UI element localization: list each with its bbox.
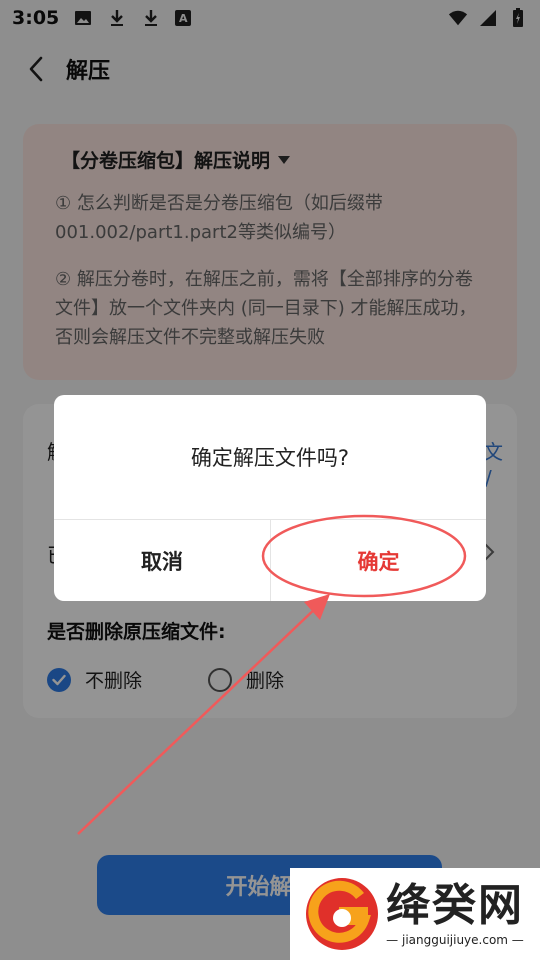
site-watermark: 绛癸网 — jiangguijiuye.com —	[290, 868, 540, 960]
watermark-title: 绛癸网	[386, 880, 524, 931]
watermark-text: 绛癸网 — jiangguijiuye.com —	[386, 880, 524, 948]
confirm-button[interactable]: 确定	[271, 520, 486, 601]
cancel-button[interactable]: 取消	[54, 520, 270, 601]
dialog-message: 确定解压文件吗?	[190, 446, 350, 470]
confirm-dialog: 确定解压文件吗? 取消 确定	[54, 395, 486, 601]
site-logo-icon	[306, 878, 378, 950]
watermark-url: — jiangguijiuye.com —	[386, 933, 524, 947]
